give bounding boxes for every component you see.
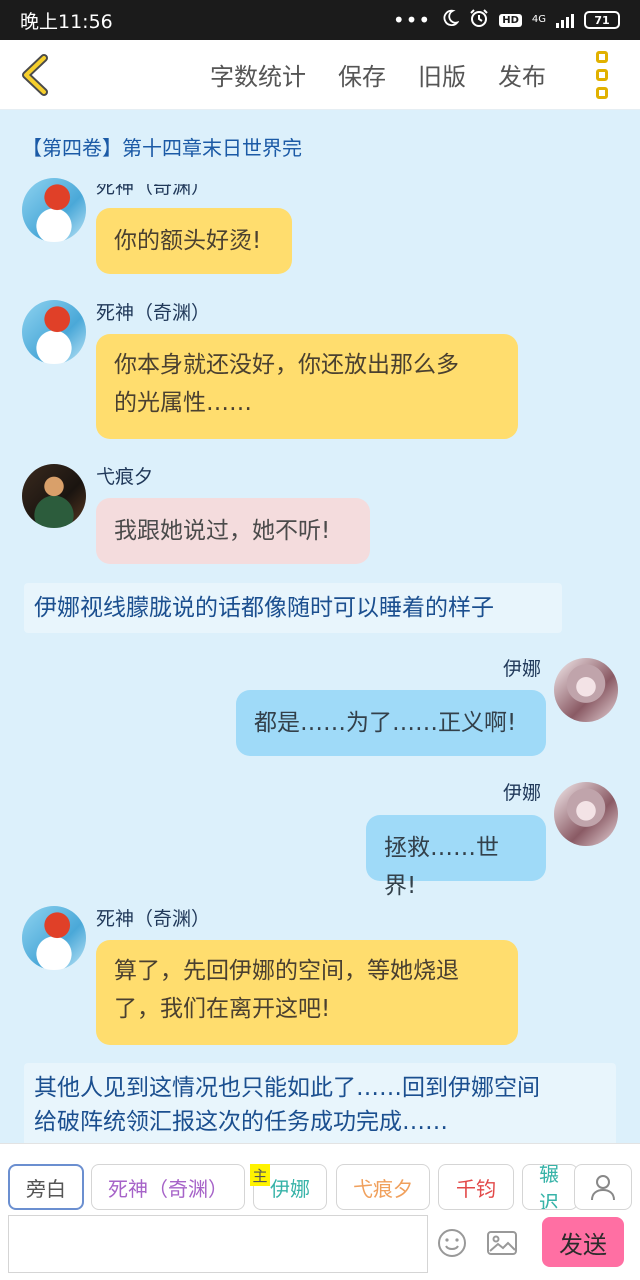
- person-icon: [591, 1175, 615, 1201]
- alarm-icon: [469, 8, 489, 32]
- emoji-button[interactable]: [434, 1225, 470, 1261]
- message-line: 了，我们在离开这吧!: [114, 996, 331, 1022]
- role-qianjun[interactable]: 千钧: [438, 1164, 514, 1210]
- chapter-title: 【第四卷】第十四章末日世界完: [22, 136, 302, 160]
- message-bubble[interactable]: 你本身就还没好，你还放出那么多 的光属性……: [96, 334, 518, 439]
- input-bar: 发送: [0, 1211, 640, 1280]
- more-dots-icon: •••: [392, 8, 432, 32]
- speaker-name: 伊娜: [503, 658, 542, 680]
- image-button[interactable]: [484, 1225, 520, 1261]
- speaker-name: 弋痕夕: [96, 466, 154, 488]
- avatar-yina[interactable]: [554, 658, 618, 722]
- message-line: 的光属性……: [114, 390, 252, 416]
- speaker-name: 死神（奇渊）: [96, 302, 211, 324]
- network-type: 4G: [531, 14, 546, 25]
- speaker-name: 死神（奇渊）: [96, 908, 211, 930]
- narration-line: 其他人见到这情况也只能如此了……回到伊娜空间: [34, 1075, 540, 1101]
- moon-icon: [441, 9, 460, 31]
- word-count-button[interactable]: 字数统计: [210, 57, 306, 92]
- speaker-name: 死神（奇渊）: [96, 176, 211, 198]
- main-role-badge: 主: [250, 1164, 270, 1186]
- save-button[interactable]: 保存: [338, 57, 386, 92]
- avatar-shen[interactable]: [22, 300, 86, 364]
- status-icons: ••• HD 4G 71: [393, 8, 620, 32]
- menu-icon[interactable]: [578, 40, 626, 110]
- image-icon: [487, 1231, 517, 1255]
- narration[interactable]: 伊娜视线朦胧说的话都像随时可以睡着的样子: [24, 583, 562, 633]
- signal-icon: [556, 12, 574, 28]
- message-bubble[interactable]: 拯救……世界!: [366, 815, 546, 899]
- battery-icon: 71: [584, 11, 620, 29]
- message-bubble[interactable]: 我跟她说过，她不听!: [96, 498, 370, 564]
- avatar-ge[interactable]: [22, 464, 86, 528]
- avatar-shen[interactable]: [22, 178, 86, 242]
- publish-button[interactable]: 发布: [498, 57, 546, 92]
- avatar-shen[interactable]: [22, 906, 86, 970]
- send-button[interactable]: 发送: [542, 1217, 624, 1267]
- message-line: 算了，先回伊娜的空间，等她烧退: [114, 958, 459, 984]
- back-button[interactable]: [0, 40, 70, 110]
- avatar-yina[interactable]: [554, 782, 618, 846]
- status-bar: 晚上11:56 ••• HD 4G 71: [0, 0, 640, 40]
- top-nav: 字数统计 保存 旧版 发布: [0, 40, 640, 110]
- role-ge[interactable]: 弋痕夕: [336, 1164, 430, 1210]
- message-bubble[interactable]: 你的额头好烫!: [96, 208, 292, 274]
- add-role-button[interactable]: [574, 1164, 632, 1210]
- role-bar: 旁白 死神（奇渊） 伊娜 主 弋痕夕 千钧 辗迟: [0, 1143, 640, 1211]
- role-shen[interactable]: 死神（奇渊）: [91, 1164, 245, 1210]
- old-version-button[interactable]: 旧版: [418, 57, 466, 92]
- message-bubble[interactable]: 算了，先回伊娜的空间，等她烧退 了，我们在离开这吧!: [96, 940, 518, 1045]
- back-arrow-icon: [22, 53, 48, 96]
- status-time: 晚上11:56: [20, 10, 113, 33]
- hd-badge: HD: [499, 13, 522, 27]
- speaker-name: 伊娜: [503, 782, 542, 804]
- chat-area[interactable]: 【第四卷】第十四章末日世界完 死神（奇渊） 你的额头好烫! 死神（奇渊） 你本身…: [0, 110, 640, 1143]
- message-line: 你本身就还没好，你还放出那么多: [114, 352, 459, 378]
- smiley-icon: [438, 1229, 466, 1257]
- role-partial[interactable]: 辗迟: [522, 1164, 578, 1210]
- narration[interactable]: 其他人见到这情况也只能如此了……回到伊娜空间 给破阵统领汇报这次的任务成功完成……: [24, 1063, 616, 1143]
- role-narrator[interactable]: 旁白: [8, 1164, 84, 1210]
- message-input[interactable]: [8, 1215, 428, 1273]
- message-bubble[interactable]: 都是……为了……正义啊!: [236, 690, 546, 756]
- narration-line: 给破阵统领汇报这次的任务成功完成……: [34, 1109, 448, 1135]
